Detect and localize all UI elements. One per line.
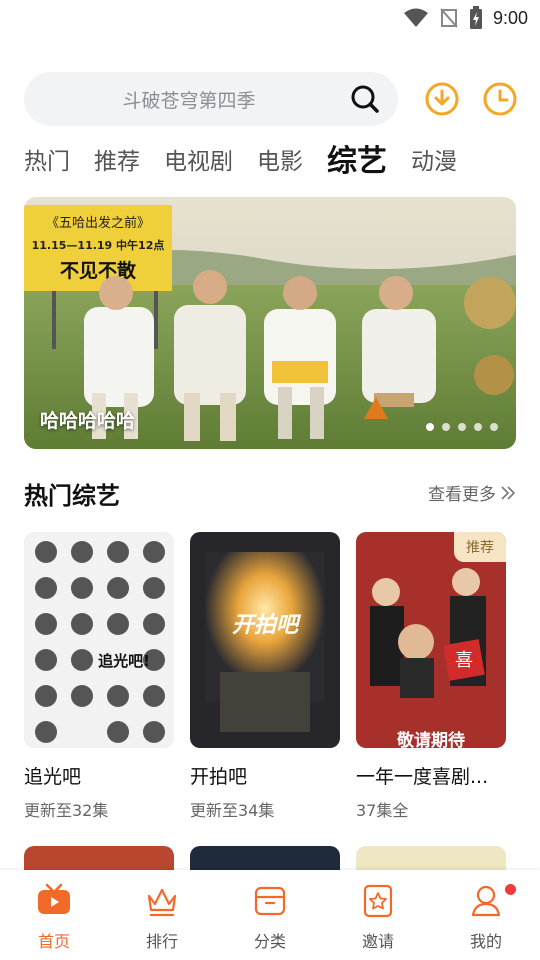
tab-recommend[interactable]: 推荐 bbox=[94, 140, 140, 184]
poster-title: 开拍吧 bbox=[232, 613, 302, 638]
search-row: 斗破苍穹第四季 bbox=[24, 72, 524, 126]
poster-image: 喜 敬请期待 bbox=[356, 532, 506, 748]
section-header: 热门综艺 查看更多 bbox=[24, 472, 516, 512]
bottom-nav: 首页 排行 分类 邀请 我的 bbox=[0, 870, 540, 960]
recommend-badge: 推荐 bbox=[454, 532, 506, 562]
status-bar: 9:00 bbox=[0, 0, 540, 38]
carousel-dot[interactable] bbox=[442, 423, 450, 431]
banner-sign-line1: 《五哈出发之前》 bbox=[46, 215, 150, 231]
no-signal-icon bbox=[440, 8, 458, 28]
carousel-dot[interactable] bbox=[458, 423, 466, 431]
carousel-dot[interactable] bbox=[490, 423, 498, 431]
status-icons: 9:00 bbox=[403, 6, 528, 30]
battery-charging-icon bbox=[469, 6, 482, 29]
search-placeholder: 斗破苍穹第四季 bbox=[122, 90, 256, 112]
svg-text:喜: 喜 bbox=[455, 650, 473, 671]
nav-label: 分类 bbox=[253, 932, 286, 951]
box-icon bbox=[254, 886, 286, 916]
download-icon[interactable] bbox=[424, 81, 460, 117]
search-input[interactable]: 斗破苍穹第四季 bbox=[24, 72, 398, 126]
poster-image: 追光吧! bbox=[24, 532, 174, 748]
double-chevron-right-icon bbox=[501, 485, 516, 500]
nav-label: 我的 bbox=[469, 932, 502, 951]
user-icon bbox=[471, 885, 501, 917]
tv-icon bbox=[38, 883, 70, 914]
banner-caption: 哈哈哈哈哈 bbox=[40, 410, 136, 432]
status-time: 9:00 bbox=[492, 7, 528, 28]
show-card[interactable]: 喜 敬请期待 推荐 一年一度喜剧... 37集全 bbox=[356, 532, 506, 821]
banner-sign-line2: 11.15—11.19 中午12点 bbox=[32, 238, 165, 252]
episode-status: 更新至32集 bbox=[24, 801, 109, 820]
show-card[interactable]: 追光吧! 追光吧 更新至32集 bbox=[24, 532, 174, 821]
show-poster[interactable]: 喜 敬请期待 推荐 bbox=[356, 532, 506, 748]
see-more-link[interactable]: 查看更多 bbox=[428, 480, 516, 505]
crown-icon bbox=[147, 888, 177, 917]
episode-status: 37集全 bbox=[356, 801, 409, 820]
poster-title: 敬请期待 bbox=[396, 730, 465, 748]
episode-status: 更新至34集 bbox=[190, 801, 275, 820]
section-title: 热门综艺 bbox=[24, 482, 120, 510]
nav-invite[interactable]: 邀请 bbox=[324, 870, 432, 960]
wifi-icon bbox=[403, 8, 428, 27]
nav-category[interactable]: 分类 bbox=[216, 870, 324, 960]
category-tabs: 热门 推荐 电视剧 电影 综艺 动漫 bbox=[24, 140, 481, 184]
nav-ranking[interactable]: 排行 bbox=[108, 870, 216, 960]
history-clock-icon[interactable] bbox=[482, 81, 518, 117]
nav-home[interactable]: 首页 bbox=[0, 870, 108, 960]
tab-tv-series[interactable]: 电视剧 bbox=[164, 140, 233, 184]
banner-carousel[interactable]: 《五哈出发之前》 11.15—11.19 中午12点 不见不散 哈哈哈哈哈 bbox=[24, 197, 516, 449]
nav-profile[interactable]: 我的 bbox=[432, 870, 540, 960]
star-doc-icon bbox=[363, 884, 393, 918]
show-title: 一年一度喜剧... bbox=[356, 766, 489, 788]
show-poster[interactable]: 开拍吧 bbox=[190, 532, 340, 748]
tab-anime[interactable]: 动漫 bbox=[411, 140, 457, 184]
carousel-dots bbox=[426, 423, 498, 431]
tab-movies[interactable]: 电影 bbox=[257, 140, 303, 184]
show-card[interactable]: 开拍吧 开拍吧 更新至34集 bbox=[190, 532, 340, 821]
tab-hot[interactable]: 热门 bbox=[24, 140, 70, 184]
poster-title: 追光吧! bbox=[98, 652, 150, 670]
show-poster[interactable]: 追光吧! bbox=[24, 532, 174, 748]
see-more-label: 查看更多 bbox=[428, 485, 496, 505]
tab-variety[interactable]: 综艺 bbox=[327, 140, 387, 184]
notification-dot bbox=[505, 884, 516, 895]
show-title: 追光吧 bbox=[24, 766, 82, 788]
nav-label: 邀请 bbox=[361, 932, 394, 951]
search-icon[interactable] bbox=[350, 84, 380, 114]
nav-label: 排行 bbox=[145, 932, 178, 951]
poster-image: 开拍吧 bbox=[190, 532, 340, 748]
show-title: 开拍吧 bbox=[190, 766, 248, 788]
carousel-dot[interactable] bbox=[426, 423, 434, 431]
nav-label: 首页 bbox=[37, 932, 70, 951]
carousel-dot[interactable] bbox=[474, 423, 482, 431]
